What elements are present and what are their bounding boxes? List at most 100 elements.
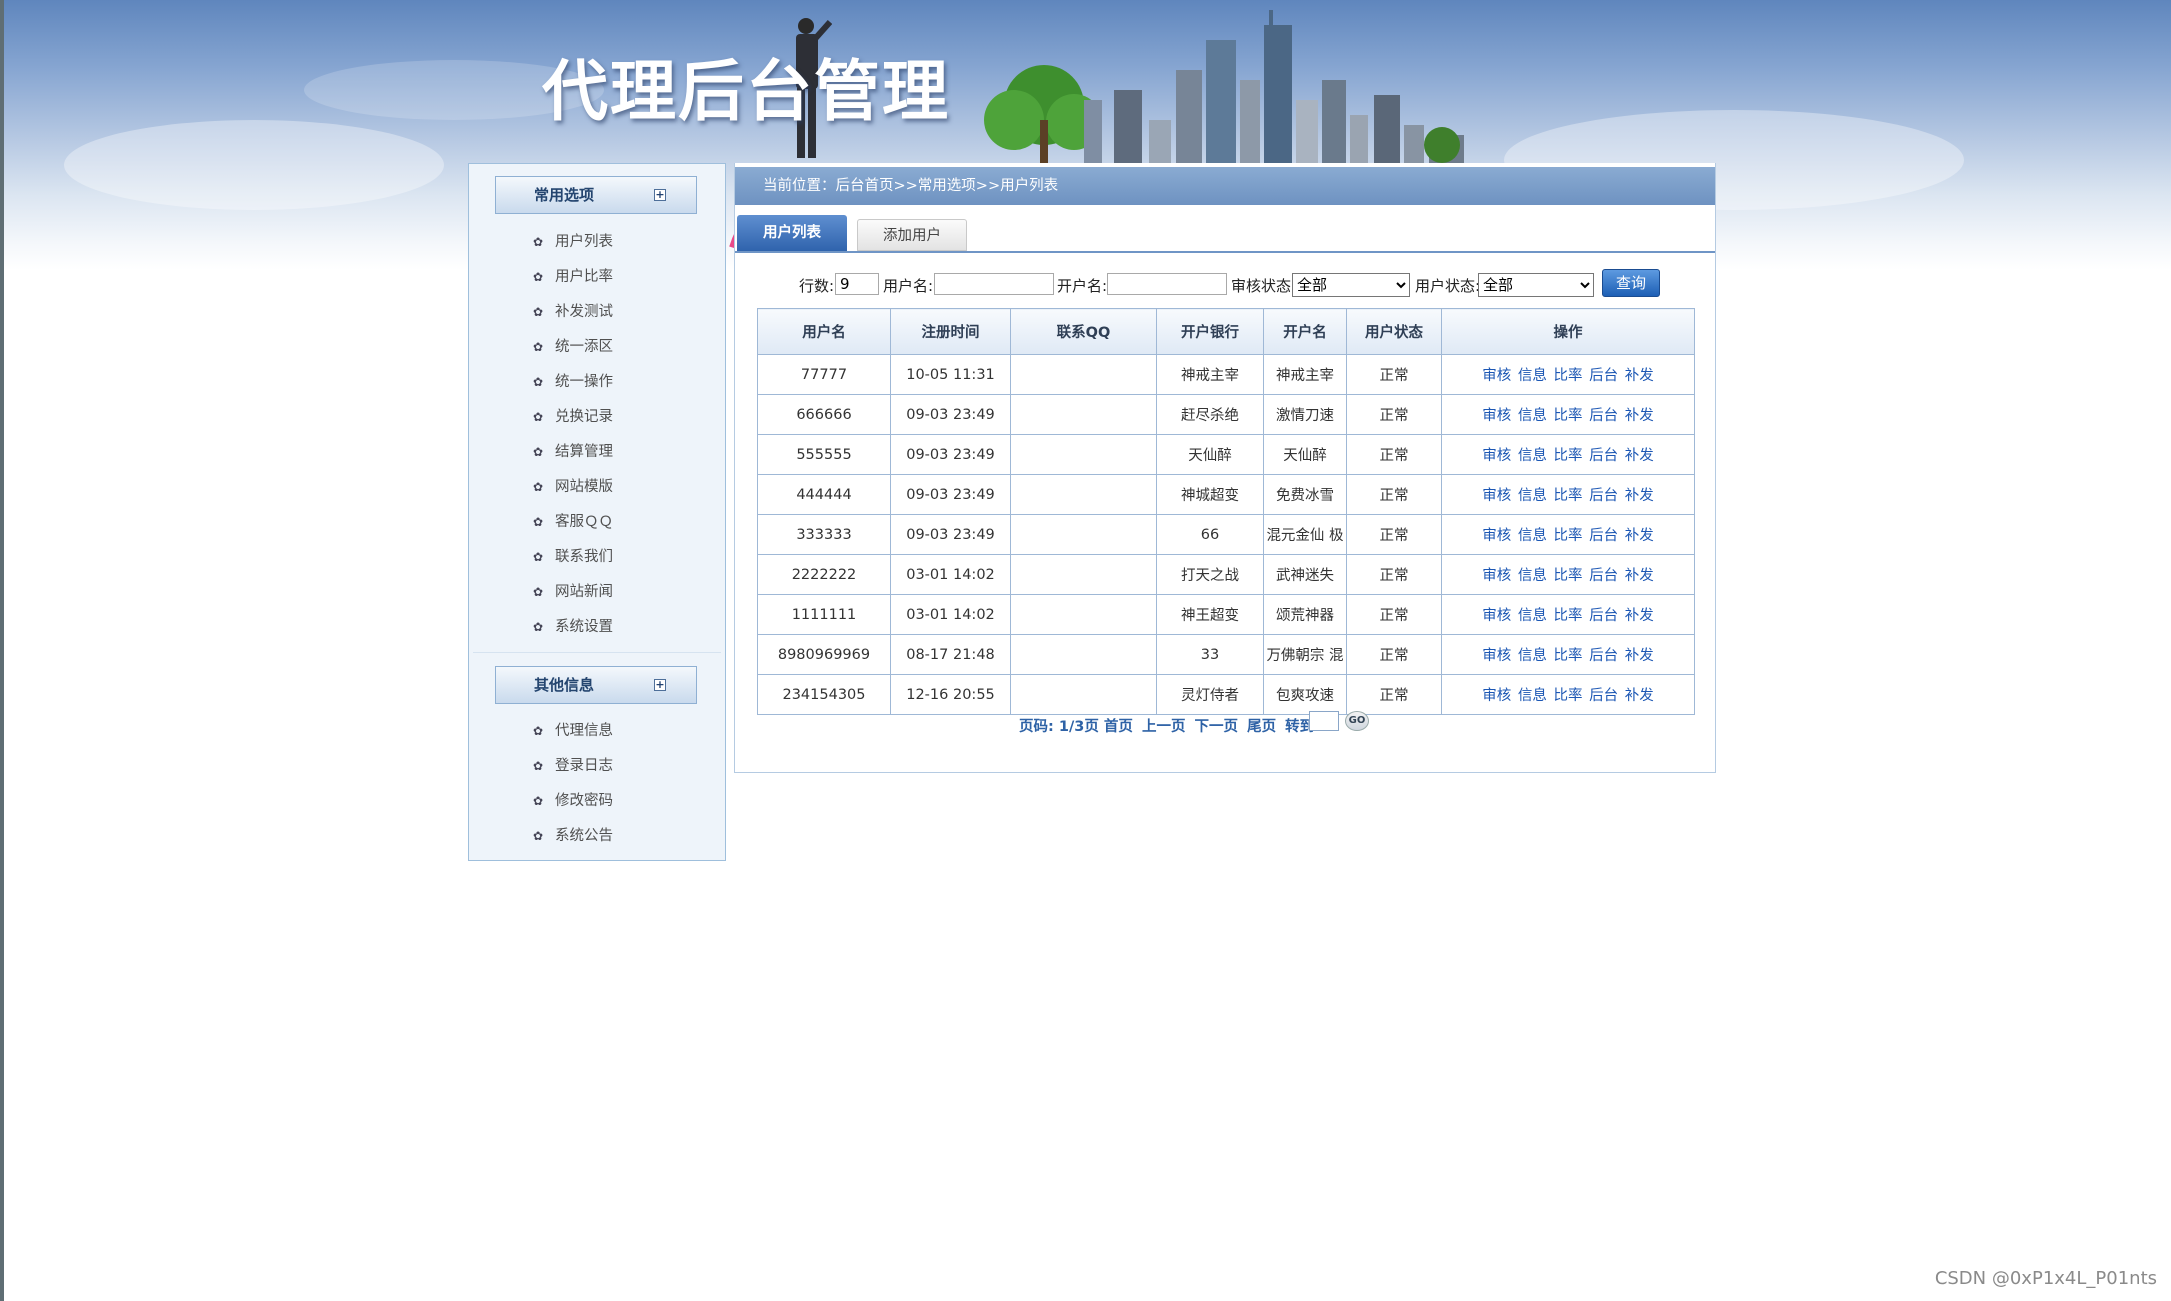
reissue-link[interactable]: 补发	[1625, 368, 1654, 384]
sidebar-item-site-news[interactable]: ✿ 网站新闻	[531, 577, 613, 607]
query-button[interactable]: 查询	[1602, 269, 1660, 297]
column-header[interactable]: 操作	[1441, 308, 1695, 355]
audit-link[interactable]: 审核	[1482, 488, 1511, 504]
cell-actions: 审核 信息 比率 后台 补发	[1441, 554, 1695, 595]
backend-link[interactable]: 后台	[1589, 568, 1618, 584]
backend-link[interactable]: 后台	[1589, 648, 1618, 664]
info-link[interactable]: 信息	[1518, 448, 1547, 464]
cell-status: 正常	[1346, 354, 1442, 395]
sidebar-item-system-settings[interactable]: ✿ 系统设置	[531, 612, 613, 642]
gear-icon: ✿	[532, 759, 544, 773]
backend-link[interactable]: 后台	[1589, 688, 1618, 704]
sidebar-section-common-header[interactable]: 常用选项 +	[495, 176, 697, 214]
cell-register-time: 03-01 14:02	[890, 554, 1011, 595]
gear-icon: ✿	[532, 794, 544, 808]
ratio-link[interactable]: 比率	[1554, 648, 1583, 664]
audit-link[interactable]: 审核	[1482, 408, 1511, 424]
backend-link[interactable]: 后台	[1589, 608, 1618, 624]
go-button[interactable]: GO	[1345, 711, 1369, 731]
sidebar-item-change-password[interactable]: ✿ 修改密码	[531, 786, 613, 816]
column-header[interactable]: 开户名	[1263, 308, 1347, 355]
backend-link[interactable]: 后台	[1589, 528, 1618, 544]
sidebar-item-exchange-records[interactable]: ✿ 兑换记录	[531, 402, 613, 432]
prev-page-link[interactable]: 上一页	[1142, 719, 1186, 735]
info-link[interactable]: 信息	[1518, 488, 1547, 504]
cell-qq	[1010, 594, 1157, 635]
ratio-link[interactable]: 比率	[1554, 368, 1583, 384]
sidebar-section-other-header[interactable]: 其他信息 +	[495, 666, 697, 704]
reissue-link[interactable]: 补发	[1625, 528, 1654, 544]
banner-title: 代理后台管理	[542, 53, 950, 130]
ratio-link[interactable]: 比率	[1554, 688, 1583, 704]
reissue-link[interactable]: 补发	[1625, 568, 1654, 584]
ratio-link[interactable]: 比率	[1554, 608, 1583, 624]
backend-link[interactable]: 后台	[1589, 448, 1618, 464]
expand-icon[interactable]: +	[654, 679, 666, 691]
audit-link[interactable]: 审核	[1482, 448, 1511, 464]
sidebar-item-settlement[interactable]: ✿ 结算管理	[531, 437, 613, 467]
account-holder-input[interactable]	[1107, 273, 1227, 295]
last-page-link[interactable]: 尾页	[1247, 719, 1276, 735]
sidebar-item-unified-operation[interactable]: ✿ 统一操作	[531, 367, 613, 397]
audit-link[interactable]: 审核	[1482, 688, 1511, 704]
sidebar-item-contact-us[interactable]: ✿ 联系我们	[531, 542, 613, 572]
main-panel: 当前位置：后台首页>>常用选项>>用户列表 用户列表 添加用户 行数: 用户名:…	[734, 163, 1716, 773]
tab-add-user[interactable]: 添加用户	[857, 219, 967, 251]
info-link[interactable]: 信息	[1518, 408, 1547, 424]
sidebar-item-user-ratio[interactable]: ✿ 用户比率	[531, 262, 613, 292]
info-link[interactable]: 信息	[1518, 688, 1547, 704]
user-status-select[interactable]: 全部	[1478, 273, 1594, 297]
info-link[interactable]: 信息	[1518, 568, 1547, 584]
audit-link[interactable]: 审核	[1482, 648, 1511, 664]
ratio-link[interactable]: 比率	[1554, 448, 1583, 464]
column-header[interactable]: 用户名	[757, 308, 891, 355]
sidebar-item-login-log[interactable]: ✿ 登录日志	[531, 751, 613, 781]
audit-link[interactable]: 审核	[1482, 368, 1511, 384]
expand-icon[interactable]: +	[654, 189, 666, 201]
reissue-link[interactable]: 补发	[1625, 448, 1654, 464]
reissue-link[interactable]: 补发	[1625, 488, 1654, 504]
username-label: 用户名:	[883, 277, 934, 295]
first-page-link[interactable]: 首页	[1104, 719, 1133, 735]
ratio-link[interactable]: 比率	[1554, 408, 1583, 424]
reissue-link[interactable]: 补发	[1625, 608, 1654, 624]
audit-link[interactable]: 审核	[1482, 528, 1511, 544]
info-link[interactable]: 信息	[1518, 648, 1547, 664]
reissue-link[interactable]: 补发	[1625, 688, 1654, 704]
cell-qq	[1010, 394, 1157, 435]
info-link[interactable]: 信息	[1518, 608, 1547, 624]
sidebar-item-user-list[interactable]: ✿ 用户列表	[531, 227, 613, 257]
sidebar-item-label: 网站新闻	[555, 584, 613, 600]
cell-register-time: 10-05 11:31	[890, 354, 1011, 395]
info-link[interactable]: 信息	[1518, 528, 1547, 544]
cell-holder: 免费冰雪	[1263, 474, 1347, 515]
reissue-link[interactable]: 补发	[1625, 408, 1654, 424]
backend-link[interactable]: 后台	[1589, 368, 1618, 384]
reissue-link[interactable]: 补发	[1625, 648, 1654, 664]
column-header[interactable]: 开户银行	[1156, 308, 1264, 355]
backend-link[interactable]: 后台	[1589, 488, 1618, 504]
next-page-link[interactable]: 下一页	[1195, 719, 1239, 735]
audit-link[interactable]: 审核	[1482, 568, 1511, 584]
username-input[interactable]	[934, 273, 1054, 295]
info-link[interactable]: 信息	[1518, 368, 1547, 384]
column-header[interactable]: 联系QQ	[1010, 308, 1157, 355]
sidebar-item-unified-add-zone[interactable]: ✿ 统一添区	[531, 332, 613, 362]
page-jump-input[interactable]	[1309, 711, 1339, 731]
audit-link[interactable]: 审核	[1482, 608, 1511, 624]
column-header[interactable]: 注册时间	[890, 308, 1011, 355]
audit-status-select[interactable]: 全部	[1292, 273, 1410, 297]
rows-input[interactable]	[835, 273, 879, 295]
sidebar-item-site-template[interactable]: ✿ 网站模版	[531, 472, 613, 502]
ratio-link[interactable]: 比率	[1554, 488, 1583, 504]
ratio-link[interactable]: 比率	[1554, 568, 1583, 584]
ratio-link[interactable]: 比率	[1554, 528, 1583, 544]
sidebar-item-support-qq[interactable]: ✿ 客服ＱＱ	[531, 507, 613, 537]
table-row: 333333 09-03 23:49 66 混元金仙 极 正常 审核 信息 比率…	[757, 514, 1695, 555]
sidebar-item-system-notice[interactable]: ✿ 系统公告	[531, 821, 613, 851]
column-header[interactable]: 用户状态	[1346, 308, 1442, 355]
backend-link[interactable]: 后台	[1589, 408, 1618, 424]
sidebar-item-agent-info[interactable]: ✿ 代理信息	[531, 716, 613, 746]
tab-user-list[interactable]: 用户列表	[737, 215, 847, 251]
sidebar-item-reissue-test[interactable]: ✿ 补发测试	[531, 297, 613, 327]
